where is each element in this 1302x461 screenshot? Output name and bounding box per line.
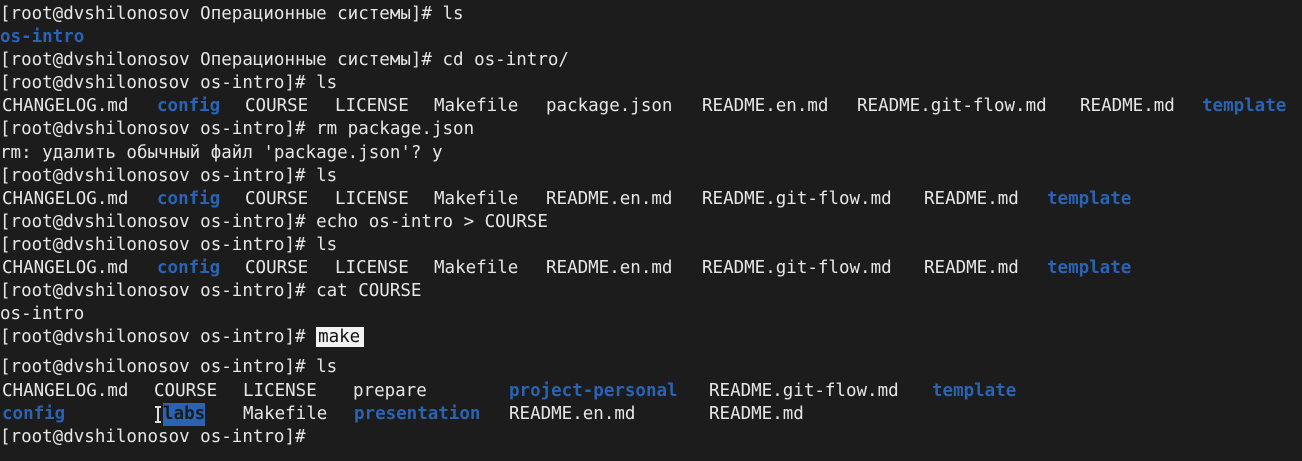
file-name: Makefile bbox=[243, 403, 328, 424]
file-name: README.md bbox=[924, 188, 1019, 209]
file-name: CHANGELOG.md bbox=[2, 380, 129, 401]
file-name: README.en.md bbox=[546, 258, 673, 279]
file-name: README.git-flow.md bbox=[702, 258, 892, 279]
file-name: README.git-flow.md bbox=[702, 188, 892, 209]
terminal-line: rm: удалить обычный файл 'package.json'?… bbox=[0, 142, 443, 163]
terminal-line: [root@dvshilonosov os-intro]# ls bbox=[0, 234, 338, 255]
file-name: LICENSE bbox=[335, 258, 409, 279]
file-name: COURSE bbox=[245, 96, 309, 117]
terminal-line: [root@dvshilonosov os-intro]# ls bbox=[0, 357, 338, 378]
file-name: COURSE bbox=[245, 188, 309, 209]
directory-name: config bbox=[157, 258, 221, 279]
ls-output-row: config labs Makefile presentation README… bbox=[0, 402, 1302, 426]
file-name: README.git-flow.md bbox=[857, 96, 1047, 117]
terminal-line: [root@dvshilonosov os-intro]# ls bbox=[0, 165, 338, 186]
directory-name: config bbox=[2, 403, 66, 424]
terminal-line: [root@dvshilonosov os-intro]# cat COURSE bbox=[0, 281, 422, 302]
terminal-line: [root@dvshilonosov Операционные системы]… bbox=[0, 4, 464, 24]
text-ibeam-cursor-icon bbox=[155, 405, 161, 423]
directory-name: template bbox=[1047, 188, 1132, 209]
highlighted-command[interactable]: make bbox=[316, 327, 365, 348]
file-name: README.en.md bbox=[509, 403, 636, 424]
terminal-line: [root@dvshilonosov os-intro]# bbox=[0, 426, 306, 447]
file-name: README.md bbox=[1080, 96, 1175, 117]
file-name: CHANGELOG.md bbox=[2, 258, 129, 279]
directory-name: project-personal bbox=[509, 380, 678, 401]
terminal-line: [root@dvshilonosov os-intro]# ls bbox=[0, 73, 338, 94]
terminal-line: [root@dvshilonosov os-intro]# rm package… bbox=[0, 119, 475, 140]
file-name: Makefile bbox=[434, 258, 519, 279]
terminal-line: [root@dvshilonosov os-intro]# echo os-in… bbox=[0, 211, 548, 232]
file-name: package.json bbox=[546, 96, 673, 117]
terminal-line: os-intro bbox=[0, 304, 85, 325]
file-name: LICENSE bbox=[335, 188, 409, 209]
prompt-line: [root@dvshilonosov os-intro]# make bbox=[0, 326, 1302, 349]
file-name: README.md bbox=[924, 258, 1019, 279]
file-name: COURSE bbox=[245, 258, 309, 279]
ls-output-row: CHANGELOG.md COURSE LICENSE prepare proj… bbox=[0, 380, 1302, 403]
directory-name: template bbox=[1202, 96, 1287, 117]
terminal-line: [root@dvshilonosov Операционные системы]… bbox=[0, 50, 569, 71]
file-name: README.md bbox=[709, 403, 804, 424]
file-name: README.git-flow.md bbox=[709, 380, 899, 401]
ls-output-row: CHANGELOG.md config COURSE LICENSE Makef… bbox=[0, 257, 1302, 280]
directory-name: presentation bbox=[354, 403, 481, 424]
directory-name: config bbox=[157, 96, 221, 117]
terminal-window[interactable]: [root@dvshilonosov Операционные системы]… bbox=[0, 0, 1302, 461]
file-name: LICENSE bbox=[335, 96, 409, 117]
directory-name: config bbox=[157, 188, 221, 209]
directory-name: template bbox=[1047, 258, 1132, 279]
file-name: README.en.md bbox=[546, 188, 673, 209]
file-name: CHANGELOG.md bbox=[2, 96, 129, 117]
file-name: Makefile bbox=[434, 96, 519, 117]
terminal-line: os-intro bbox=[0, 27, 85, 48]
prompt: [root@dvshilonosov os-intro]# bbox=[0, 327, 317, 348]
file-name: CHANGELOG.md bbox=[2, 188, 129, 209]
ls-output-row: CHANGELOG.md config COURSE LICENSE Makef… bbox=[0, 188, 1302, 211]
file-name: Makefile bbox=[434, 188, 519, 209]
file-name: COURSE bbox=[154, 380, 218, 401]
directory-name: template bbox=[932, 380, 1017, 401]
selected-directory-name[interactable]: labs bbox=[163, 402, 206, 426]
file-name: LICENSE bbox=[243, 380, 317, 401]
file-name: README.en.md bbox=[702, 96, 829, 117]
ls-output-row: CHANGELOG.md config COURSE LICENSE Makef… bbox=[0, 95, 1302, 118]
file-name: prepare bbox=[353, 380, 427, 401]
